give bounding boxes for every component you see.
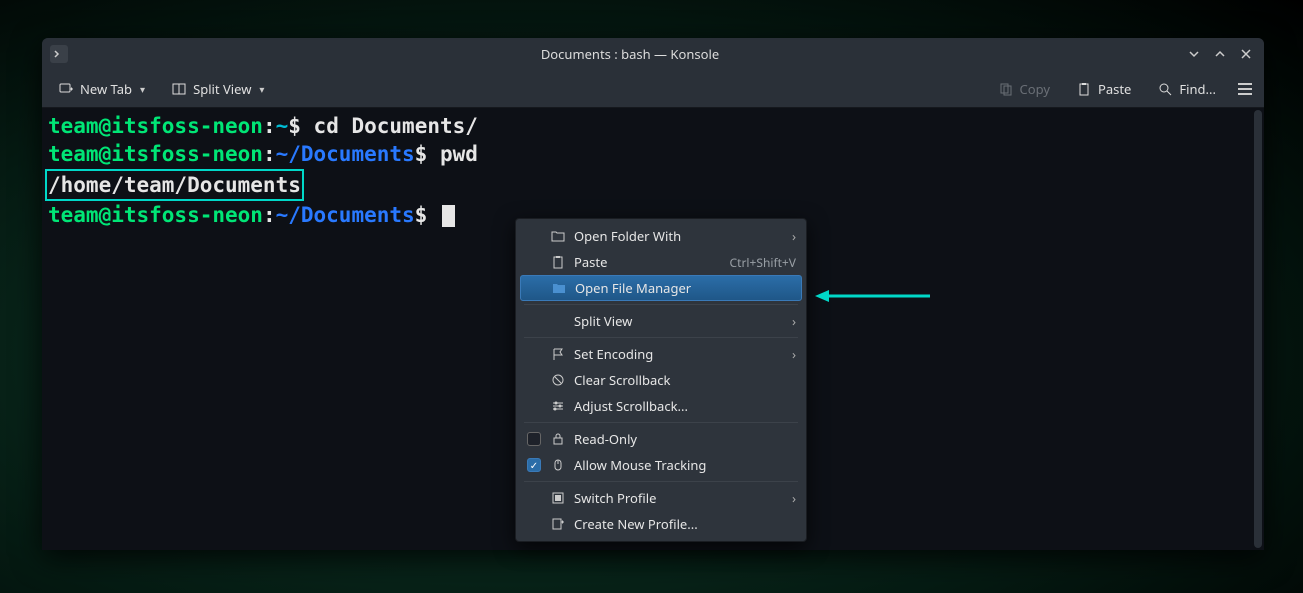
lock-icon — [550, 431, 566, 447]
split-view-icon — [171, 81, 187, 97]
folder-icon — [551, 280, 567, 296]
flag-icon — [550, 346, 566, 362]
menu-item-split-view[interactable]: Split View › — [516, 308, 806, 334]
folder-open-icon — [550, 228, 566, 244]
menu-item-label: Open File Manager — [575, 279, 795, 297]
split-view-button[interactable]: Split View ▾ — [163, 76, 272, 102]
menu-item-label: Switch Profile — [574, 489, 784, 507]
paste-icon — [1076, 81, 1092, 97]
toolbar: New Tab ▾ Split View ▾ Copy Paste — [42, 70, 1264, 108]
menu-checkbox: ✓ — [526, 458, 542, 472]
menu-item-adjust-scrollback[interactable]: Adjust Scrollback... — [516, 393, 806, 419]
blank-icon — [550, 313, 566, 329]
menu-checkbox — [526, 432, 542, 446]
menu-item-label: Adjust Scrollback... — [574, 397, 796, 415]
minimize-button[interactable] — [1184, 44, 1204, 64]
menu-item-label: Create New Profile... — [574, 515, 796, 533]
terminal-line: team@itsfoss-neon:~$ cd Documents/ — [48, 112, 1258, 140]
menu-separator — [524, 481, 798, 482]
clear-icon — [550, 372, 566, 388]
menu-item-label: Open Folder With — [574, 227, 784, 245]
menu-item-label: Paste — [574, 253, 710, 271]
adjust-icon — [550, 398, 566, 414]
menu-item-label: Read-Only — [574, 430, 796, 448]
menu-item-label: Split View — [574, 312, 784, 330]
menu-item-set-encoding[interactable]: Set Encoding › — [516, 341, 806, 367]
menu-separator — [524, 422, 798, 423]
chevron-right-icon: › — [792, 312, 796, 330]
highlighted-output: /home/team/Documents — [45, 169, 304, 201]
menu-item-open-folder-with[interactable]: Open Folder With › — [516, 223, 806, 249]
terminal-output: /home/team/Documents — [48, 169, 1258, 201]
menu-item-open-file-manager[interactable]: Open File Manager — [520, 275, 802, 301]
menu-item-read-only[interactable]: Read-Only — [516, 426, 806, 452]
new-tab-label: New Tab — [80, 80, 132, 98]
search-icon — [1157, 81, 1173, 97]
window-title: Documents : bash — Konsole — [76, 45, 1184, 63]
titlebar[interactable]: Documents : bash — Konsole — [42, 38, 1264, 70]
mouse-icon — [550, 457, 566, 473]
menu-separator — [524, 304, 798, 305]
window-controls — [1184, 44, 1256, 64]
find-button[interactable]: Find... — [1149, 76, 1224, 102]
copy-button[interactable]: Copy — [990, 76, 1058, 102]
menu-item-label: Set Encoding — [574, 345, 784, 363]
chevron-right-icon: › — [792, 489, 796, 507]
chevron-right-icon: › — [792, 345, 796, 363]
chevron-right-icon: › — [792, 227, 796, 245]
chevron-down-icon: ▾ — [259, 82, 264, 96]
split-view-label: Split View — [193, 80, 251, 98]
paste-label: Paste — [1098, 80, 1131, 98]
app-icon — [50, 45, 68, 63]
menu-item-label: Allow Mouse Tracking — [574, 456, 796, 474]
menu-item-allow-mouse-tracking[interactable]: ✓ Allow Mouse Tracking — [516, 452, 806, 478]
annotation-arrow — [815, 286, 935, 306]
new-tab-icon — [58, 81, 74, 97]
close-button[interactable] — [1236, 44, 1256, 64]
new-tab-button[interactable]: New Tab ▾ — [50, 76, 153, 102]
menu-item-label: Clear Scrollback — [574, 371, 796, 389]
menu-item-clear-scrollback[interactable]: Clear Scrollback — [516, 367, 806, 393]
context-menu: Open Folder With › Paste Ctrl+Shift+V Open F… — [515, 218, 807, 542]
find-label: Find... — [1179, 80, 1216, 98]
scrollbar[interactable] — [1254, 110, 1262, 548]
menu-item-create-new-profile[interactable]: Create New Profile... — [516, 511, 806, 537]
profile-icon — [550, 490, 566, 506]
menu-item-switch-profile[interactable]: Switch Profile › — [516, 485, 806, 511]
terminal-cursor — [442, 205, 455, 227]
paste-icon — [550, 254, 566, 270]
new-profile-icon — [550, 516, 566, 532]
chevron-down-icon: ▾ — [140, 82, 145, 96]
hamburger-menu[interactable] — [1234, 78, 1256, 100]
menu-item-paste[interactable]: Paste Ctrl+Shift+V — [516, 249, 806, 275]
paste-button[interactable]: Paste — [1068, 76, 1139, 102]
copy-icon — [998, 81, 1014, 97]
menu-separator — [524, 337, 798, 338]
copy-label: Copy — [1020, 80, 1050, 98]
menu-shortcut: Ctrl+Shift+V — [730, 254, 796, 271]
maximize-button[interactable] — [1210, 44, 1230, 64]
terminal-line: team@itsfoss-neon:~/Documents$ pwd — [48, 140, 1258, 168]
